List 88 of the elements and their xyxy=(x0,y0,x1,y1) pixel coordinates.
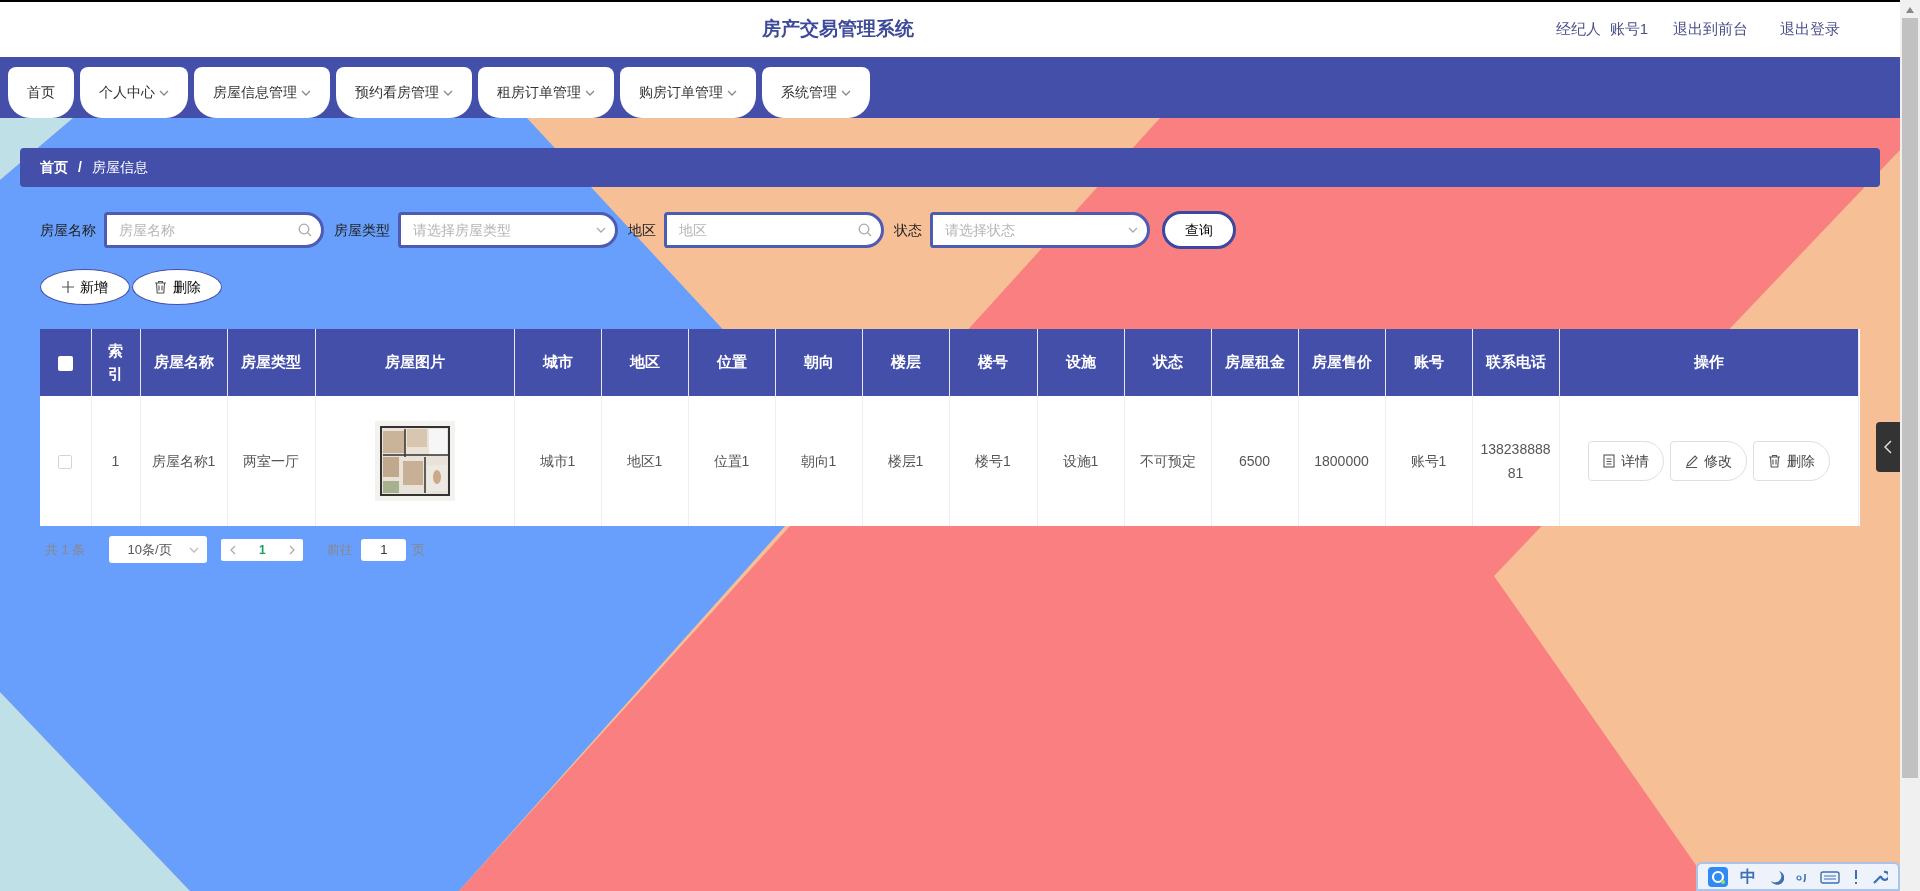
table-cell: 账号1 xyxy=(1410,452,1447,469)
input-field[interactable]: 地区 xyxy=(664,212,884,248)
select-field[interactable]: 请选择状态 xyxy=(930,212,1150,248)
search-button[interactable]: 查询 xyxy=(1162,211,1236,249)
column-header: 操作 xyxy=(1559,329,1858,396)
column-header: 房屋类型 xyxy=(227,329,315,396)
column-header: 朝向 xyxy=(775,329,862,396)
scroll-up-icon[interactable] xyxy=(1905,6,1915,14)
search-icon xyxy=(858,223,872,237)
prev-page-icon xyxy=(230,544,236,555)
next-page-icon xyxy=(288,544,295,555)
column-header: 设施 xyxy=(1037,329,1124,396)
input-field[interactable]: 房屋名称 xyxy=(104,212,324,248)
nav-tab[interactable]: 预约看房管理 xyxy=(336,67,472,118)
document-icon xyxy=(1602,454,1615,468)
nav-tab[interactable]: 租房订单管理 xyxy=(478,67,614,118)
filter-label: 地区 xyxy=(628,220,656,240)
app-logo-icon xyxy=(1708,866,1728,887)
detail-button[interactable]: 详情 xyxy=(1587,441,1664,481)
filter-label: 房屋名称 xyxy=(40,220,96,240)
trash-icon xyxy=(153,280,167,294)
row-checkbox[interactable] xyxy=(58,454,73,469)
column-header: 索引 xyxy=(91,329,140,396)
wrench-icon xyxy=(1872,868,1888,885)
table-cell: 位置1 xyxy=(713,452,750,469)
filter-label: 房屋类型 xyxy=(334,220,390,240)
table-cell: 楼层1 xyxy=(887,452,924,469)
page-input[interactable]: 1 xyxy=(361,538,407,561)
nav-tab[interactable]: 首页 xyxy=(8,67,74,118)
column-header: 账号 xyxy=(1385,329,1472,396)
column-header: 房屋图片 xyxy=(315,329,514,396)
nav-tab[interactable]: 系统管理 xyxy=(762,67,870,118)
delete-button[interactable]: 删除 xyxy=(1752,441,1830,481)
user-info: 经纪人 账号1 xyxy=(1556,19,1648,40)
column-header: 位置 xyxy=(688,329,775,396)
table-cell: 房屋名称1 xyxy=(151,452,216,469)
column-header: 房屋售价 xyxy=(1298,329,1385,396)
table-cell-text: 13823888881 xyxy=(1479,440,1552,483)
pencil-icon xyxy=(1684,454,1698,468)
select-field[interactable]: 请选择房屋类型 xyxy=(398,212,618,248)
scrollbar[interactable] xyxy=(1900,0,1920,891)
chevron-left-icon xyxy=(1884,440,1892,454)
page-size-select[interactable]: 10条/页 xyxy=(109,536,208,563)
scrollbar-thumb[interactable] xyxy=(1902,18,1918,778)
chevron-down-icon xyxy=(189,546,200,553)
total-count: 共 1 条 xyxy=(45,540,86,559)
column-header: 房屋租金 xyxy=(1211,329,1298,396)
table-cell: 6500 xyxy=(1238,452,1271,469)
table-cell: 1 xyxy=(111,452,120,469)
chevron-down-icon xyxy=(596,227,606,233)
side-panel-handle[interactable] xyxy=(1876,422,1900,472)
column-header: 地区 xyxy=(601,329,688,396)
header-link[interactable]: 退出登录 xyxy=(1780,18,1840,41)
column-header: 楼层 xyxy=(862,329,949,396)
edit-button[interactable]: 修改 xyxy=(1669,441,1747,481)
search-icon xyxy=(298,223,312,237)
table-cell: 城市1 xyxy=(539,452,576,469)
goto-label: 前往 xyxy=(327,540,354,559)
table-cell: 两室一厅 xyxy=(243,452,299,469)
keyboard-icon xyxy=(1820,868,1840,885)
trash-icon xyxy=(1767,454,1781,468)
moon-icon xyxy=(1768,868,1784,885)
table-cell: 朝向1 xyxy=(800,452,837,469)
column-header: 房屋名称 xyxy=(140,329,227,396)
table-cell: 楼号1 xyxy=(975,452,1011,469)
table-cell: 1800000 xyxy=(1314,452,1369,469)
breadcrumb-separator: / xyxy=(78,158,82,177)
header-link[interactable]: 退出到前台 xyxy=(1673,18,1748,41)
nav-tab[interactable]: 购房订单管理 xyxy=(620,67,756,118)
table-cell: 设施1 xyxy=(1062,452,1099,469)
nav-tab[interactable]: 房屋信息管理 xyxy=(194,67,330,118)
page-label: 页 xyxy=(412,540,426,559)
breadcrumb-item: 房屋信息 xyxy=(91,158,148,177)
select-all-checkbox[interactable] xyxy=(57,355,73,371)
column-header: 状态 xyxy=(1124,329,1211,396)
exclamation-icon xyxy=(1852,868,1860,885)
column-header: 城市 xyxy=(514,329,601,396)
filter-label: 状态 xyxy=(894,220,922,240)
nav-tab[interactable]: 个人中心 xyxy=(80,67,188,118)
column-header: 楼号 xyxy=(949,329,1037,396)
table-cell: 地区1 xyxy=(626,452,663,469)
plus-icon xyxy=(62,281,74,293)
app-title: 房产交易管理系统 xyxy=(762,18,915,40)
table-cell: 不可预定 xyxy=(1139,452,1196,469)
breadcrumb-item[interactable]: 首页 xyxy=(40,157,68,178)
input-mode[interactable]: 中 xyxy=(1740,864,1756,889)
chevron-down-icon xyxy=(1128,227,1138,233)
column-header: 联系电话 xyxy=(1472,329,1559,396)
